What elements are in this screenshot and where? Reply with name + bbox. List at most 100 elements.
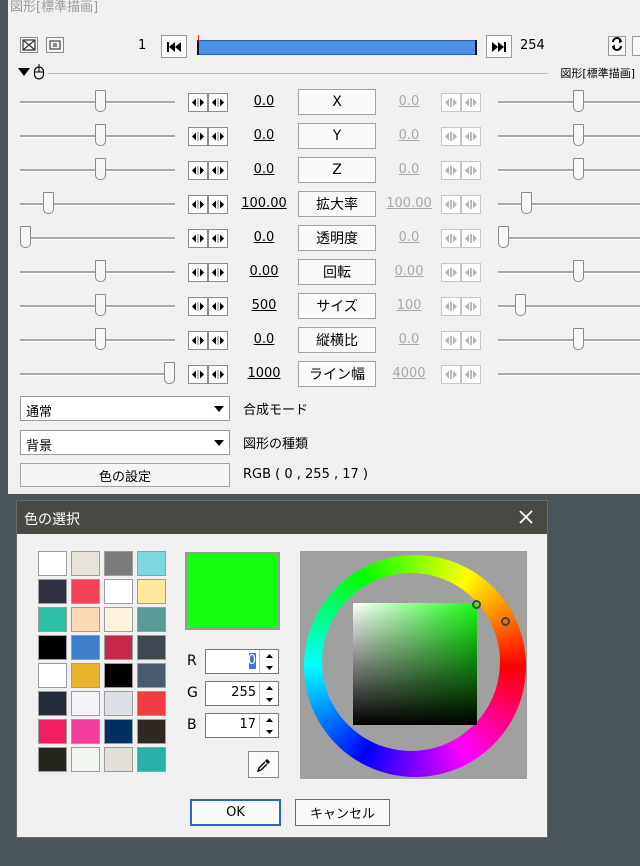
end-increment-button[interactable] [461, 127, 481, 146]
param-label-button[interactable]: Y [298, 123, 376, 149]
color-swatch[interactable] [38, 691, 67, 716]
timeline-cursor[interactable] [198, 35, 199, 41]
end-decrement-button[interactable] [441, 297, 461, 316]
end-value[interactable]: 0.00 [378, 264, 440, 279]
hue-marker[interactable] [501, 617, 510, 626]
color-swatch[interactable] [71, 663, 100, 688]
close-icon[interactable] [515, 506, 537, 528]
end-value[interactable]: 0.0 [378, 332, 440, 347]
color-swatch[interactable] [137, 551, 166, 576]
color-swatch[interactable] [71, 551, 100, 576]
color-swatch[interactable] [137, 747, 166, 772]
start-value-slider[interactable] [20, 225, 175, 251]
slider-thumb[interactable] [95, 294, 106, 316]
chevron-down-icon[interactable] [209, 397, 229, 420]
end-increment-button[interactable] [461, 195, 481, 214]
increment-button[interactable] [208, 365, 228, 384]
start-value-slider[interactable] [20, 361, 175, 387]
color-swatch[interactable] [104, 607, 133, 632]
param-label-button[interactable]: Z [298, 157, 376, 183]
color-swatch[interactable] [137, 579, 166, 604]
color-swatch[interactable] [71, 607, 100, 632]
saturation-value-square[interactable] [353, 603, 477, 725]
color-swatch[interactable] [38, 607, 67, 632]
start-value-slider[interactable] [20, 123, 175, 149]
color-swatch[interactable] [137, 663, 166, 688]
decrement-button[interactable] [188, 331, 208, 350]
end-decrement-button[interactable] [441, 195, 461, 214]
slider-thumb[interactable] [20, 226, 31, 248]
color-swatch[interactable] [71, 719, 100, 744]
color-swatch[interactable] [137, 691, 166, 716]
color-swatch[interactable] [137, 719, 166, 744]
color-swatch[interactable] [104, 551, 133, 576]
end-increment-button[interactable] [461, 365, 481, 384]
start-value[interactable]: 0.0 [233, 128, 295, 143]
decrement-button[interactable] [188, 229, 208, 248]
increment-button[interactable] [208, 263, 228, 282]
slider-thumb[interactable] [521, 192, 532, 214]
color-settings-button[interactable]: 色の設定 [20, 463, 230, 487]
color-swatch[interactable] [71, 747, 100, 772]
color-swatch[interactable] [38, 635, 67, 660]
frame-icon[interactable] [46, 37, 64, 53]
start-value-slider[interactable] [20, 327, 175, 353]
color-swatch[interactable] [71, 579, 100, 604]
start-value-slider[interactable] [20, 191, 175, 217]
color-swatch[interactable] [104, 579, 133, 604]
slider-thumb[interactable] [95, 158, 106, 180]
color-swatch[interactable] [71, 635, 100, 660]
end-decrement-button[interactable] [441, 127, 461, 146]
rgb-input[interactable]: 17 [205, 713, 279, 738]
end-value-slider[interactable] [498, 89, 640, 115]
end-value-slider[interactable] [498, 327, 640, 353]
start-value[interactable]: 0.0 [233, 94, 295, 109]
end-value-slider[interactable] [498, 191, 640, 217]
decrement-button[interactable] [188, 93, 208, 112]
collapse-triangle-icon[interactable] [18, 67, 30, 77]
end-value-slider[interactable] [498, 225, 640, 251]
start-value-slider[interactable] [20, 157, 175, 183]
end-value-slider[interactable] [498, 123, 640, 149]
slider-thumb[interactable] [515, 294, 526, 316]
end-value[interactable]: 0.0 [378, 162, 440, 177]
slider-thumb[interactable] [573, 158, 584, 180]
sync-icon[interactable] [608, 36, 626, 56]
ok-button[interactable]: OK [190, 799, 281, 826]
end-increment-button[interactable] [461, 161, 481, 180]
decrement-button[interactable] [188, 365, 208, 384]
color-swatch[interactable] [104, 635, 133, 660]
color-swatch[interactable] [38, 747, 67, 772]
start-value[interactable]: 500 [233, 298, 295, 313]
decrement-button[interactable] [188, 195, 208, 214]
start-value-slider[interactable] [20, 259, 175, 285]
forward-button[interactable] [486, 35, 512, 58]
color-swatch[interactable] [38, 551, 67, 576]
end-value[interactable]: 0.0 [378, 128, 440, 143]
start-value-slider[interactable] [20, 89, 175, 115]
blend-mode-select[interactable]: 通常 [20, 396, 230, 421]
color-swatch[interactable] [71, 691, 100, 716]
slider-thumb[interactable] [498, 226, 509, 248]
param-label-button[interactable]: X [298, 89, 376, 115]
film-icon[interactable] [20, 37, 38, 53]
end-decrement-button[interactable] [441, 161, 461, 180]
color-swatch[interactable] [38, 579, 67, 604]
end-value[interactable]: 100.00 [378, 196, 440, 211]
slider-thumb[interactable] [95, 90, 106, 112]
param-label-button[interactable]: 縦横比 [298, 327, 376, 353]
end-increment-button[interactable] [461, 263, 481, 282]
decrement-button[interactable] [188, 127, 208, 146]
end-value[interactable]: 4000 [378, 366, 440, 381]
start-value[interactable]: 0.00 [233, 264, 295, 279]
slider-thumb[interactable] [95, 328, 106, 350]
rgb-input[interactable]: 0 [205, 649, 279, 674]
increment-button[interactable] [208, 297, 228, 316]
decrement-button[interactable] [188, 161, 208, 180]
end-value[interactable]: 100 [378, 298, 440, 313]
color-swatch[interactable] [104, 663, 133, 688]
end-increment-button[interactable] [461, 229, 481, 248]
cancel-button[interactable]: キャンセル [295, 799, 390, 826]
color-swatch[interactable] [104, 691, 133, 716]
increment-button[interactable] [208, 195, 228, 214]
